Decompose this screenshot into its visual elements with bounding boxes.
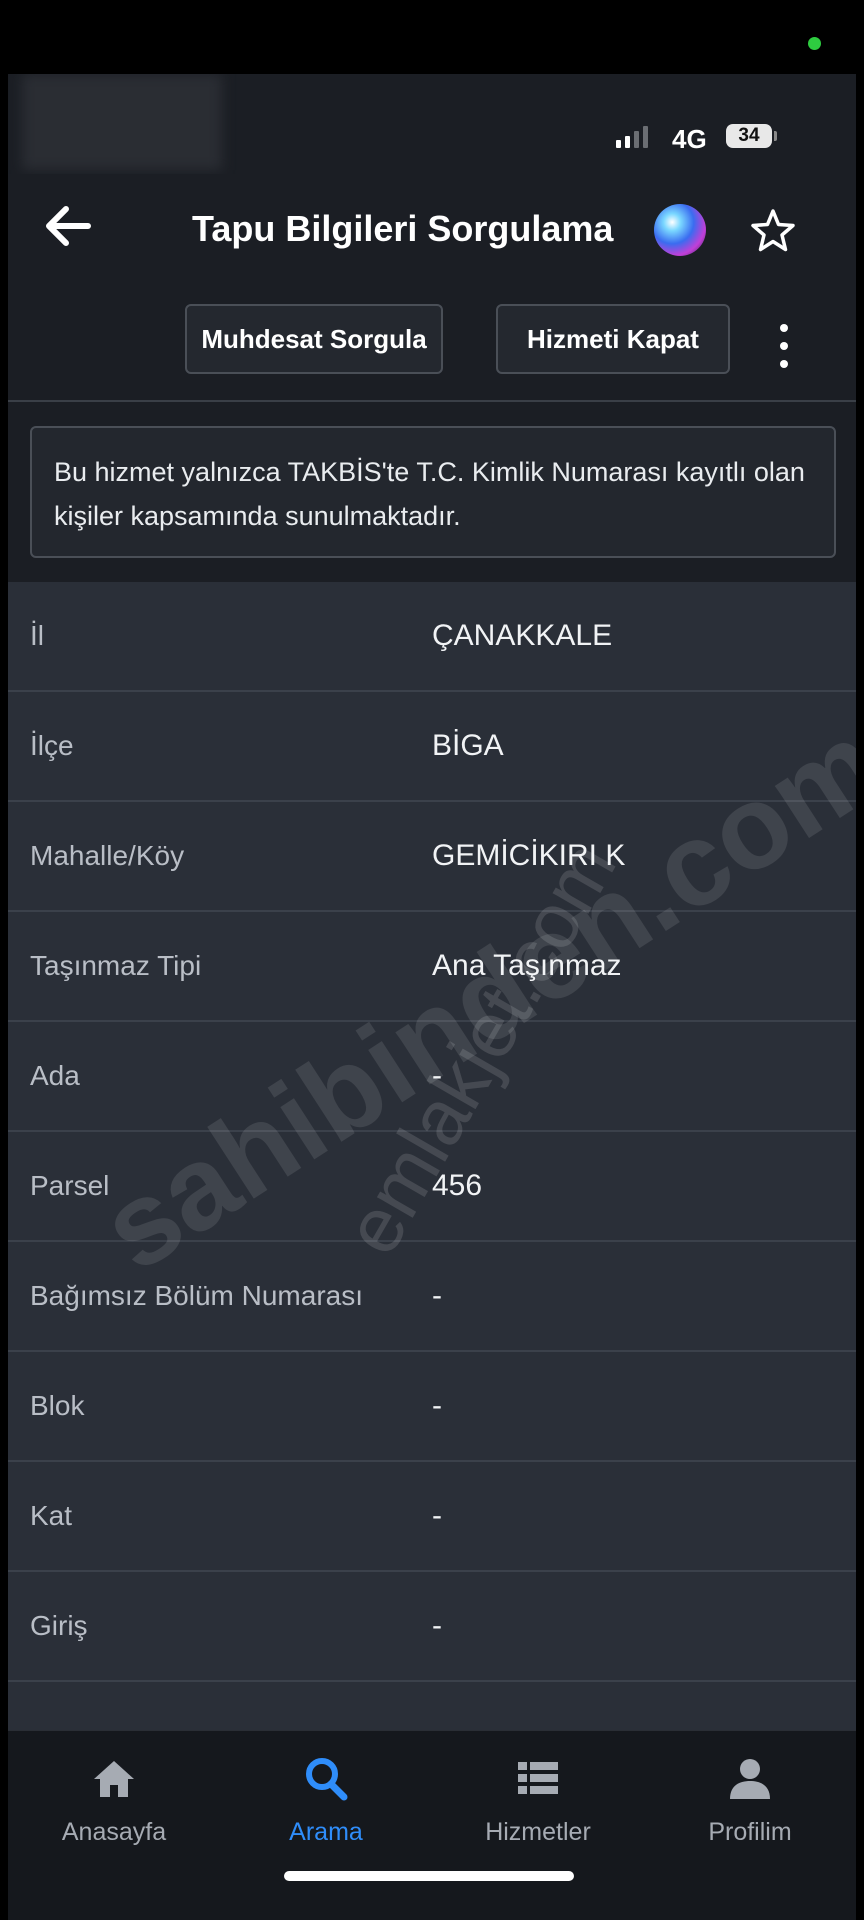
row-label: İlçe: [30, 730, 74, 761]
back-button[interactable]: [38, 196, 98, 256]
detail-row-ilce: İlçe BİGA: [8, 692, 856, 802]
row-value: -: [432, 1389, 442, 1422]
home-indicator[interactable]: [284, 1871, 574, 1881]
row-value: -: [432, 1059, 442, 1092]
arrow-left-icon: [46, 206, 91, 246]
detail-row-giris: Giriş -: [8, 1572, 856, 1682]
row-label: Kat: [30, 1500, 73, 1531]
row-label: Giriş: [30, 1610, 88, 1641]
battery-icon: 34: [726, 124, 772, 148]
notice-section: Bu hizmet yalnızca TAKBİS'te T.C. Kimlik…: [8, 402, 856, 582]
search-icon: [306, 1758, 348, 1801]
row-label: Taşınmaz Tipi: [30, 950, 202, 981]
detail-row-mahalle: Mahalle/Köy GEMİCİKIRI K: [8, 802, 856, 912]
favorite-button[interactable]: [748, 206, 798, 256]
tab-label: Anasayfa: [61, 1818, 167, 1846]
row-value: GEMİCİKIRI K: [432, 839, 626, 872]
row-value: Ana Taşınmaz: [432, 949, 622, 982]
signal-icon: [616, 126, 648, 148]
row-value: -: [432, 1609, 442, 1642]
detail-row-ada: Ada -: [8, 1022, 856, 1132]
siri-icon[interactable]: [654, 204, 706, 256]
notice-text: Bu hizmet yalnızca TAKBİS'te T.C. Kimlik…: [30, 426, 836, 558]
tab-hizmetler[interactable]: Hizmetler: [432, 1751, 644, 1847]
detail-row-il: İl ÇANAKKALE: [8, 582, 856, 692]
star-icon: [751, 209, 795, 252]
action-bar: Muhdesat Sorgula Hizmeti Kapat: [8, 288, 856, 402]
battery-tip: [774, 131, 777, 141]
blurred-time: [22, 74, 222, 170]
privacy-indicator-dot: [808, 37, 821, 50]
row-value: -: [432, 1499, 442, 1532]
more-options-icon[interactable]: [774, 324, 794, 368]
navigation-bar: Tapu Bilgileri Sorgulama: [8, 174, 856, 288]
row-value: 456: [432, 1169, 483, 1202]
row-label: Blok: [30, 1390, 85, 1421]
person-icon: [730, 1759, 770, 1799]
detail-row-blok: Blok -: [8, 1352, 856, 1462]
row-label: İl: [30, 620, 44, 651]
row-label: Ada: [30, 1060, 80, 1091]
tab-profilim[interactable]: Profilim: [644, 1751, 856, 1847]
row-value: BİGA: [432, 729, 504, 762]
tab-label: Profilim: [708, 1818, 792, 1846]
tab-anasayfa[interactable]: Anasayfa: [8, 1751, 220, 1847]
row-label: Mahalle/Köy: [30, 840, 185, 871]
property-details-list: İl ÇANAKKALE İlçe BİGA Mahalle/Köy GEMİC…: [8, 582, 856, 1732]
muhdesat-sorgula-button[interactable]: Muhdesat Sorgula: [185, 304, 443, 374]
row-label: Parsel: [30, 1170, 110, 1201]
network-type: 4G: [672, 124, 707, 154]
detail-row-parsel: Parsel 456: [8, 1132, 856, 1242]
detail-row-tasinmaz-tipi: Taşınmaz Tipi Ana Taşınmaz: [8, 912, 856, 1022]
home-icon: [94, 1761, 134, 1797]
page-title: Tapu Bilgileri Sorgulama: [192, 208, 614, 249]
tab-arama[interactable]: Arama: [220, 1751, 432, 1847]
row-label: Bağımsız Bölüm Numarası: [30, 1280, 363, 1311]
tab-label: Hizmetler: [485, 1818, 591, 1846]
list-icon: [518, 1762, 558, 1794]
hizmeti-kapat-button[interactable]: Hizmeti Kapat: [496, 304, 730, 374]
status-bar: 4G 34: [8, 74, 856, 174]
detail-row-kat: Kat -: [8, 1462, 856, 1572]
detail-row-bagimsiz-bolum: Bağımsız Bölüm Numarası -: [8, 1242, 856, 1352]
row-value: ÇANAKKALE: [432, 619, 613, 652]
row-value: -: [432, 1279, 442, 1312]
tab-label: Arama: [289, 1818, 363, 1846]
app-screen: 4G 34 Tapu Bilgileri Sorgulama Muhdesat …: [8, 74, 856, 1920]
bottom-tab-bar: Anasayfa Arama Hizmetler Profilim: [8, 1730, 856, 1920]
